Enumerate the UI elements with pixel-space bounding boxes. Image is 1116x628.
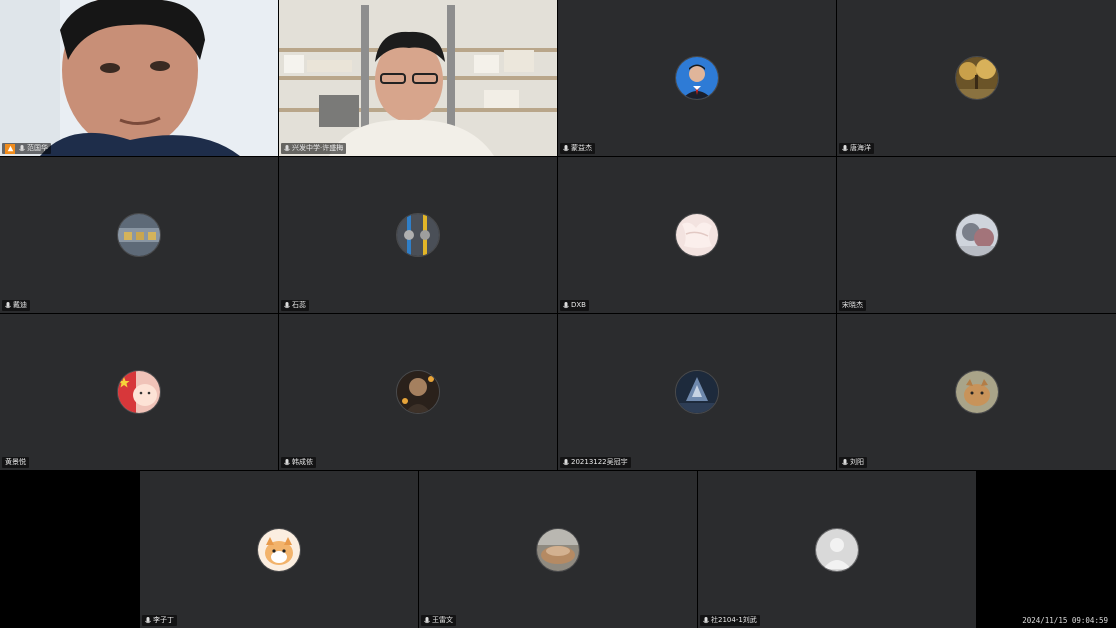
participant-tile[interactable]: 唐海洋 <box>837 0 1116 156</box>
participant-name-tag: 石蕊 <box>281 300 309 311</box>
participant-name: DXB <box>571 301 586 309</box>
participant-avatar <box>954 56 999 100</box>
participant-name-tag: 韩成依 <box>281 457 316 468</box>
host-icon <box>5 143 15 154</box>
participant-tile[interactable]: 戴迪 <box>0 157 278 313</box>
mic-icon <box>703 616 709 623</box>
participant-tile[interactable]: 社2104-1刘武 <box>698 471 976 628</box>
participant-name-tag: 唐海洋 <box>839 143 874 154</box>
mic-icon <box>145 616 151 623</box>
participant-name: 李子丁 <box>153 616 174 624</box>
participant-name-tag: 社2104-1刘武 <box>700 615 760 626</box>
participant-avatar <box>396 213 440 257</box>
participant-name-tag: 戴迪 <box>2 300 30 311</box>
participant-name-tag: 蒙益杰 <box>560 143 595 154</box>
video-grid: 范国华 兴发中学·许盛梅 蒙益杰 唐海洋 戴迪 石蕊 DXB 宋晓杰 黄景悦 韩… <box>0 0 1116 628</box>
participant-avatar <box>954 213 999 257</box>
participant-video <box>0 0 278 156</box>
participant-avatar <box>954 370 999 414</box>
participant-name-tag: 王雷文 <box>421 615 456 626</box>
participant-tile[interactable]: 兴发中学·许盛梅 <box>279 0 557 156</box>
participant-name-tag: 宋晓杰 <box>839 300 866 311</box>
participant-name: 兴发中学·许盛梅 <box>292 144 344 152</box>
participant-tile[interactable]: 李子丁 <box>140 471 418 628</box>
participant-avatar <box>117 370 161 414</box>
mic-icon <box>842 458 848 465</box>
participant-tile[interactable]: 黄景悦 <box>0 314 278 470</box>
participant-name-tag: 范国华 <box>2 143 51 154</box>
participant-name-tag: 兴发中学·许盛梅 <box>281 143 347 154</box>
meeting-timestamp: 2024/11/15 09:04:59 <box>1022 616 1108 625</box>
participant-tile[interactable]: 范国华 <box>0 0 278 156</box>
mic-icon <box>842 144 848 151</box>
participant-name: 韩成依 <box>292 458 313 466</box>
participant-name: 范国华 <box>27 144 48 152</box>
participant-tile[interactable]: 蒙益杰 <box>558 0 836 156</box>
participant-name: 石蕊 <box>292 301 306 309</box>
participant-avatar <box>675 56 719 100</box>
participant-tile[interactable]: 石蕊 <box>279 157 557 313</box>
participant-avatar <box>536 527 580 572</box>
participant-name: 20213122吴冠宇 <box>571 458 628 466</box>
participant-name-tag: 刘阳 <box>839 457 867 468</box>
mic-icon <box>563 144 569 151</box>
mic-icon <box>563 458 569 465</box>
participant-name-tag: 20213122吴冠宇 <box>560 457 631 468</box>
participant-tile[interactable]: 刘阳 <box>837 314 1116 470</box>
participant-avatar <box>396 370 440 414</box>
participant-name-tag: DXB <box>560 300 589 311</box>
participant-tile[interactable]: 20213122吴冠宇 <box>558 314 836 470</box>
participant-avatar <box>117 213 161 257</box>
participant-avatar <box>815 527 859 572</box>
participant-name: 王雷文 <box>432 616 453 624</box>
participant-tile[interactable]: DXB <box>558 157 836 313</box>
participant-name: 宋晓杰 <box>842 301 863 309</box>
mic-icon <box>5 301 11 308</box>
mic-icon <box>424 616 430 623</box>
participant-name: 社2104-1刘武 <box>711 616 757 624</box>
mic-icon <box>284 458 290 465</box>
participant-name-tag: 李子丁 <box>142 615 177 626</box>
participant-name: 戴迪 <box>13 301 27 309</box>
participant-tile[interactable]: 韩成依 <box>279 314 557 470</box>
participant-name: 唐海洋 <box>850 144 871 152</box>
participant-tile[interactable]: 王雷文 <box>419 471 697 628</box>
participant-avatar <box>675 213 719 257</box>
mic-icon <box>19 144 25 151</box>
participant-name: 刘阳 <box>850 458 864 466</box>
mic-icon <box>284 301 290 308</box>
participant-avatar <box>257 527 301 572</box>
participant-tile[interactable]: 宋晓杰 <box>837 157 1116 313</box>
participant-name: 蒙益杰 <box>571 144 592 152</box>
mic-icon <box>563 301 569 308</box>
participant-name: 黄景悦 <box>5 458 26 466</box>
participant-avatar <box>675 370 719 414</box>
participant-video <box>279 0 557 156</box>
participant-name-tag: 黄景悦 <box>2 457 29 468</box>
mic-icon <box>284 144 290 151</box>
